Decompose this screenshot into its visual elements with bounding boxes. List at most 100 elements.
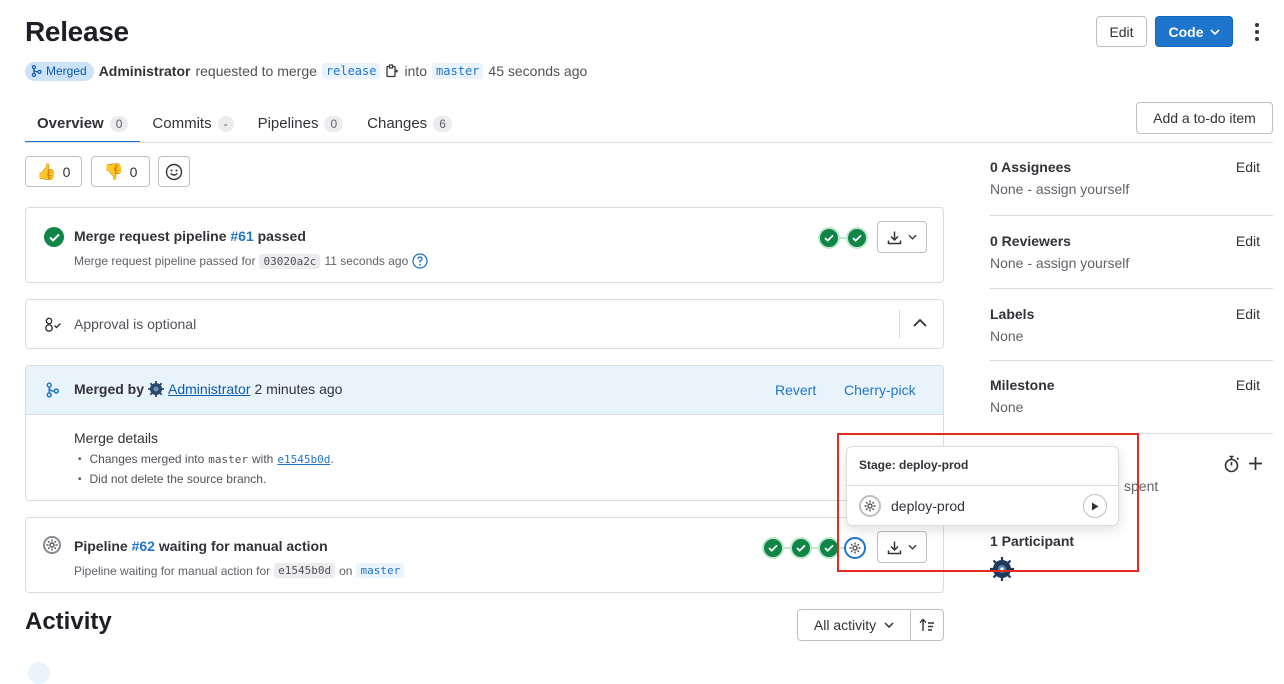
pipeline-branch[interactable]: master xyxy=(356,563,405,578)
merge-time: 45 seconds ago xyxy=(488,63,588,79)
download-icon xyxy=(887,231,902,244)
thumbs-up-icon: 👍 xyxy=(36,163,57,181)
pipeline-time: 11 seconds ago xyxy=(324,254,409,268)
pipeline-title-text: Pipeline xyxy=(74,538,128,554)
sidebar-divider xyxy=(990,360,1273,361)
reviewers-value[interactable]: None - assign yourself xyxy=(990,255,1260,271)
pipeline-sub-prefix: Pipeline waiting for manual action for xyxy=(74,563,271,578)
merge-commit-link[interactable]: e1545b0d xyxy=(277,453,330,466)
merge-detail-text: with xyxy=(252,452,274,466)
merge-details-title: Merge details xyxy=(74,430,159,446)
pipeline-mini-graph xyxy=(818,227,868,249)
more-actions-icon[interactable] xyxy=(1248,21,1266,43)
stage-success-icon[interactable] xyxy=(762,537,784,559)
help-icon[interactable] xyxy=(412,253,428,269)
thumbs-down-icon: 👎 xyxy=(103,163,124,181)
milestone-edit-button[interactable]: Edit xyxy=(1236,377,1260,393)
approval-text: Approval is optional xyxy=(74,316,197,332)
status-badge: Merged xyxy=(25,61,94,81)
merge-request-tabs: Overview 0 Commits - Pipelines 0 Changes… xyxy=(25,104,464,143)
target-branch[interactable]: master xyxy=(432,63,484,79)
pipeline-subtext: Merge request pipeline passed for 03020a… xyxy=(74,253,428,269)
assignees-edit-button[interactable]: Edit xyxy=(1236,159,1260,175)
requested-text: requested to merge xyxy=(195,63,317,79)
pipeline-sub-prefix: Merge request pipeline passed for xyxy=(74,254,256,268)
plus-icon[interactable] xyxy=(1248,456,1263,471)
tab-changes[interactable]: Changes 6 xyxy=(355,104,464,143)
labels-edit-button[interactable]: Edit xyxy=(1236,306,1260,322)
tab-count: 0 xyxy=(109,115,129,132)
assignees-label: 0 Assignees xyxy=(990,159,1072,175)
merge-request-meta: Merged Administrator requested to merge … xyxy=(25,60,587,82)
sidebar-milestone: Milestone None Edit xyxy=(990,377,1260,417)
tab-commits[interactable]: Commits - xyxy=(140,104,245,143)
copy-icon[interactable] xyxy=(385,63,399,79)
merged-by-user-link[interactable]: Administrator xyxy=(168,381,250,397)
chevron-down-icon xyxy=(884,622,894,628)
sidebar-assignees: 0 Assignees None - assign yourself Edit xyxy=(990,159,1260,199)
approval-card: Approval is optional xyxy=(25,299,944,349)
stage-success-icon[interactable] xyxy=(818,227,840,249)
chevron-up-icon[interactable] xyxy=(913,318,927,327)
reviewers-edit-button[interactable]: Edit xyxy=(1236,233,1260,249)
status-success-icon xyxy=(44,227,64,247)
edit-button[interactable]: Edit xyxy=(1096,16,1147,47)
merge-detail-text: Changes merged into xyxy=(89,452,205,466)
tab-label: Commits xyxy=(152,115,212,132)
merged-by-label: Merged by xyxy=(74,381,145,397)
avatar[interactable] xyxy=(148,381,165,397)
assignees-value[interactable]: None - assign yourself xyxy=(990,181,1260,197)
stage-success-icon[interactable] xyxy=(846,227,868,249)
labels-value: None xyxy=(990,328,1024,344)
status-badge-label: Merged xyxy=(46,64,87,78)
pipeline-link[interactable]: #62 xyxy=(132,538,155,554)
sidebar-labels: Labels None Edit xyxy=(990,306,1260,346)
tab-count: - xyxy=(217,115,234,132)
thumbs-down-count: 0 xyxy=(129,163,138,180)
stage-success-icon[interactable] xyxy=(790,537,812,559)
approval-icon xyxy=(45,317,61,332)
merged-card: Merged by Administrator 2 minutes ago Re… xyxy=(25,365,944,501)
cherry-pick-button[interactable]: Cherry-pick xyxy=(844,382,916,398)
chevron-down-icon xyxy=(1209,28,1220,35)
approval-divider xyxy=(899,310,900,338)
tab-overview[interactable]: Overview 0 xyxy=(25,104,140,143)
activity-title: Activity xyxy=(25,608,112,635)
sort-direction-button[interactable] xyxy=(910,609,944,641)
pipeline-title: Pipeline #62 waiting for manual action xyxy=(74,538,328,554)
commit-sha[interactable]: 03020a2c xyxy=(259,253,321,269)
tab-label: Changes xyxy=(367,115,428,132)
merged-by-line: Merged by Administrator 2 minutes ago xyxy=(74,381,342,397)
stopwatch-icon[interactable] xyxy=(1223,455,1240,473)
thumbs-up-count: 0 xyxy=(62,163,71,180)
activity-filter-dropdown[interactable]: All activity xyxy=(797,609,911,641)
pipeline-title-text: Merge request pipeline xyxy=(74,228,227,244)
pipeline-status-text: waiting for manual action xyxy=(158,538,328,554)
merge-details-line: • Changes merged into master with e1545b… xyxy=(78,452,334,466)
revert-button[interactable]: Revert xyxy=(775,382,816,398)
commit-sha[interactable]: e1545b0d xyxy=(274,563,336,578)
thumbs-up-button[interactable]: 👍 0 xyxy=(25,156,82,187)
author-name[interactable]: Administrator xyxy=(99,63,191,79)
thumbs-down-button[interactable]: 👎 0 xyxy=(91,156,150,187)
milestone-value: None xyxy=(990,399,1024,415)
highlight-box xyxy=(837,433,1139,572)
sort-icon xyxy=(919,618,934,631)
add-reaction-button[interactable] xyxy=(158,156,190,187)
artifacts-download-button[interactable] xyxy=(877,221,927,253)
status-manual-icon xyxy=(43,536,61,554)
pipeline-status-text: passed xyxy=(257,228,306,244)
merge-details-line: • Did not delete the source branch. xyxy=(78,472,267,486)
tab-count: 0 xyxy=(324,115,344,132)
add-todo-button[interactable]: Add a to-do item xyxy=(1136,102,1273,134)
tabs-divider xyxy=(25,142,1273,143)
pipeline-link[interactable]: #61 xyxy=(230,228,253,244)
source-branch[interactable]: release xyxy=(321,63,381,79)
chevron-down-icon xyxy=(908,234,917,240)
pipeline-card-61: Merge request pipeline #61 passed Merge … xyxy=(25,207,944,283)
milestone-label: Milestone xyxy=(990,377,1055,393)
merge-detail-text: . xyxy=(330,452,334,466)
tab-pipelines[interactable]: Pipelines 0 xyxy=(246,104,356,143)
sidebar-reviewers: 0 Reviewers None - assign yourself Edit xyxy=(990,233,1260,273)
code-dropdown-button[interactable]: Code xyxy=(1155,16,1233,47)
